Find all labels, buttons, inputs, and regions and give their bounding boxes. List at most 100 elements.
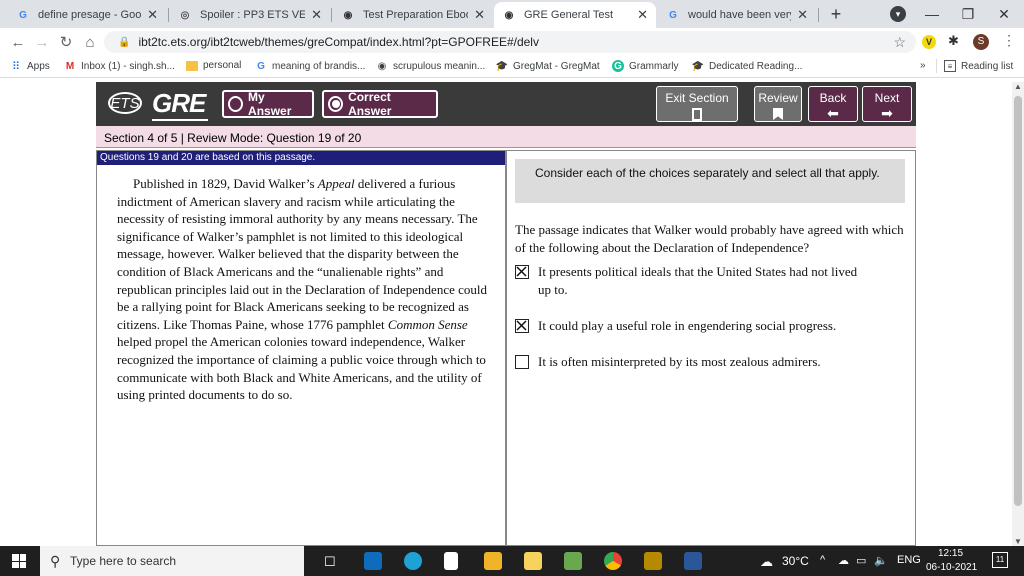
new-tab-button[interactable]: + [818,0,854,28]
bookmarks-overflow-button[interactable]: » [920,60,926,71]
windows-start-icon[interactable] [12,554,26,568]
my-answer-button[interactable]: My Answer [222,90,314,118]
search-placeholder: Type here to search [70,554,177,568]
restore-button[interactable]: ❐ [950,0,986,28]
tab-gre-general-test[interactable]: ◉ GRE General Test ✕ [494,2,656,28]
edge-icon[interactable] [404,552,422,570]
close-tab-icon[interactable]: ✕ [474,7,485,23]
word-icon[interactable] [684,552,702,570]
bookmarks-bar: ⠿ Apps M Inbox (1) - singh.sh... personal … [0,56,1024,78]
google-icon: G [19,9,27,21]
avatar[interactable]: S [973,34,989,50]
bookmark-label: Inbox (1) - singh.sh... [81,60,175,72]
sticky-notes-icon[interactable] [524,552,542,570]
globe-icon: ◉ [377,60,387,72]
chrome-icon[interactable] [604,552,622,570]
tab-test-preparation[interactable]: ◉ Test Preparation Ebooks a ✕ [333,2,493,28]
back-button[interactable]: Back ⬅ [808,86,858,122]
url-bar[interactable]: 🔒 ibt2tc.ets.org/ibt2tcweb/themes/greCom… [104,31,916,53]
tab-separator [331,8,332,22]
file-explorer-icon[interactable] [484,552,502,570]
clock-date[interactable]: 06-10-2021 [926,562,977,573]
bookmark-gregmat[interactable]: 🎓 GregMat - GregMat [496,60,600,72]
gre-logo-underline [152,119,208,121]
passage-segment: delivered a furious indictment of Americ… [117,176,487,332]
app-icon[interactable] [644,552,662,570]
scroll-down-arrow-icon[interactable]: ▼ [1014,537,1022,546]
answer-choice-2[interactable]: It could play a useful role in engenderi… [515,317,905,335]
tab-define-presage[interactable]: G define presage - Google S ✕ [8,2,166,28]
clock-time[interactable]: 12:15 [938,548,963,559]
forward-arrow-icon[interactable]: → [30,34,54,51]
gre-logo: GRE [152,88,206,118]
bookmark-personal[interactable]: personal [186,60,241,71]
tab-spoiler[interactable]: ◎ Spoiler : PP3 ETS VERBAL ✕ [170,2,330,28]
reload-icon[interactable]: ↻ [54,33,78,51]
app-icon[interactable] [564,552,582,570]
extension-vocab-icon[interactable]: V [922,35,936,49]
weather-temperature[interactable]: 30°C [782,554,809,568]
passage-pane[interactable]: Questions 19 and 20 are based on this pa… [96,150,506,546]
tab-would-have-been[interactable]: G would have been very wel ✕ [658,2,816,28]
review-button[interactable]: Review [754,86,802,122]
exit-section-label: Exit Section [665,91,729,105]
tab-title: define presage - Google S [38,9,142,21]
exit-section-button[interactable]: Exit Section [656,86,738,122]
notification-center-icon[interactable]: 11 [992,552,1008,568]
minimize-button[interactable]: — [914,0,950,28]
checkbox-checked-icon[interactable] [515,265,529,279]
extensions-puzzle-icon[interactable]: ✱ [948,33,959,49]
tab-search-button[interactable]: ▾ [880,0,916,28]
back-arrow-icon[interactable]: ← [6,34,30,51]
divider [936,59,937,73]
gre-test-header: ETS GRE My Answer Correct Answer Exit Se… [96,82,916,126]
bookmark-apps[interactable]: ⠿ Apps [10,60,50,73]
close-tab-icon[interactable]: ✕ [311,7,322,23]
bookmark-star-icon[interactable]: ☆ [893,34,906,51]
close-tab-icon[interactable]: ✕ [637,7,648,23]
volume-icon[interactable]: 🔈 [874,554,888,567]
onedrive-icon[interactable]: ☁ [838,554,849,567]
weather-cloud-icon[interactable]: ☁ [760,554,773,570]
bookmark-scrupulous[interactable]: ◉ scrupulous meanin... [376,60,486,72]
notepad-icon[interactable] [444,552,458,570]
next-button[interactable]: Next ➡ [862,86,912,122]
page-scrollbar[interactable]: ▲ ▼ [1012,82,1024,546]
scroll-up-arrow-icon[interactable]: ▲ [1014,82,1022,91]
language-indicator[interactable]: ENG [897,554,921,566]
taskbar-search-box[interactable]: ⚲ Type here to search [40,546,304,576]
bookmark-grammarly[interactable]: G Grammarly [612,60,678,72]
left-arrow-icon: ⬅ [827,105,839,121]
home-icon[interactable]: ⌂ [78,34,102,51]
outlook-icon[interactable] [364,552,382,570]
scrollbar-thumb[interactable] [1014,96,1022,506]
checkbox-checked-icon[interactable] [515,319,529,333]
choice-text: It presents political ideals that the Un… [538,264,858,297]
right-arrow-icon: ➡ [881,105,893,121]
battery-icon[interactable]: ▭ [856,554,866,567]
bookmark-brandish[interactable]: Gmeaning of brandis... [255,60,365,72]
checkbox-empty-icon[interactable] [515,355,529,369]
close-tab-icon[interactable]: ✕ [797,7,808,23]
task-view-icon[interactable]: ☐ [324,554,336,570]
bookmark-label: Apps [27,60,50,72]
close-window-button[interactable]: ✕ [986,0,1022,28]
chevron-up-icon[interactable]: ^ [820,554,825,566]
chevron-down-icon: ▾ [890,6,906,22]
reading-list-label: Reading list [961,60,1014,72]
reading-list-icon: ≡ [944,60,956,72]
bookmark-dedicated-reading[interactable]: 🎓 Dedicated Reading... [692,60,803,72]
answer-choice-1[interactable]: It presents political ideals that the Un… [515,263,905,298]
reading-list-button[interactable]: ≡ Reading list [944,60,1013,72]
section-status-bar: Section 4 of 5 | Review Mode: Question 1… [96,126,916,148]
tab-title: Test Preparation Ebooks a [363,9,468,21]
close-tab-icon[interactable]: ✕ [147,7,158,23]
google-icon: G [669,9,677,21]
bookmark-inbox[interactable]: M Inbox (1) - singh.sh... [64,60,175,72]
bookmark-label: GregMat - GregMat [513,60,600,72]
correct-answer-button[interactable]: Correct Answer [322,90,438,118]
bookmark-label: meaning of brandis... [272,60,366,72]
bookmark-label: scrupulous meanin... [393,60,486,72]
chrome-menu-icon[interactable]: ⋮ [1002,32,1016,49]
answer-choice-3[interactable]: It is often misinterpreted by its most z… [515,353,905,371]
